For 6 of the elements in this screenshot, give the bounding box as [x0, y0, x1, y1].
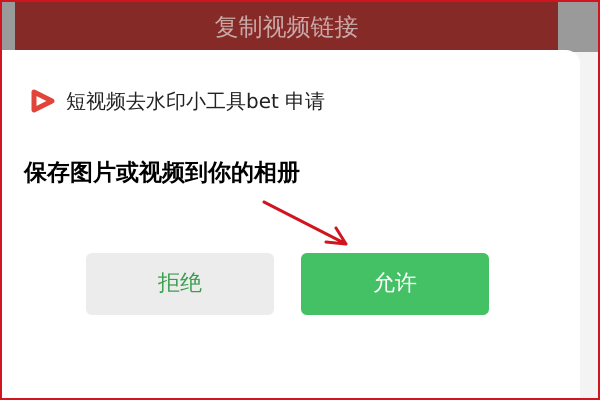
dialog-button[interactable]: 拒绝	[86, 252, 274, 314]
permission-message: 保存图片或视频到你的相册	[22, 159, 301, 188]
header-bar[interactable]: 复制视频链接	[15, 2, 558, 52]
dialog-button[interactable]: 允许	[301, 252, 489, 314]
app-request-title: 短视频去水印小工具bet 申请	[66, 88, 326, 115]
play-logo-icon	[30, 88, 56, 114]
